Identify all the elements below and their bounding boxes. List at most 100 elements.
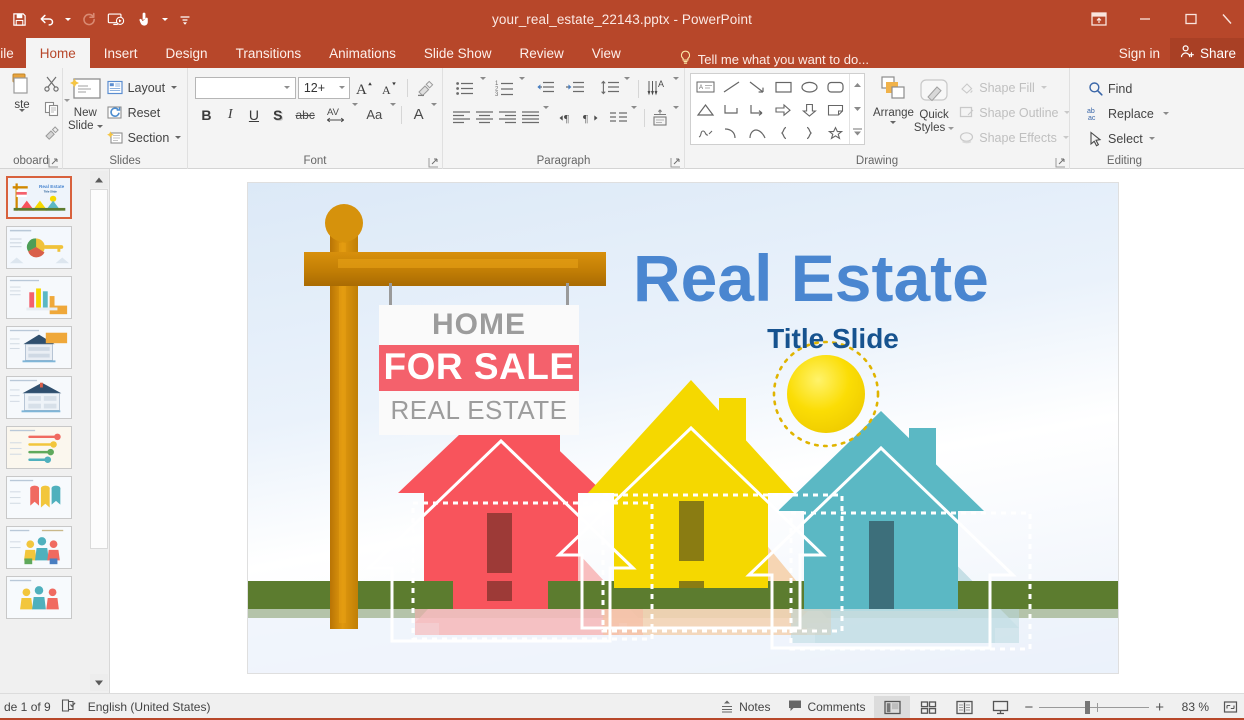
- ltr-text-direction-button[interactable]: ¶: [557, 105, 579, 130]
- font-dialog-launcher-icon[interactable]: [428, 155, 439, 166]
- shape-star-icon[interactable]: [822, 121, 848, 144]
- justify-dropdown-icon[interactable]: [543, 109, 549, 127]
- numbering-button[interactable]: 123: [490, 76, 520, 101]
- font-color-button[interactable]: A: [407, 102, 430, 127]
- text-direction-dropdown-icon[interactable]: [673, 80, 679, 98]
- underline-button[interactable]: U: [243, 102, 266, 127]
- ribbon-display-options-icon[interactable]: [1076, 2, 1122, 36]
- thumbnail-slide-8[interactable]: [6, 526, 72, 569]
- center-button[interactable]: [473, 105, 495, 130]
- view-slide-sorter-button[interactable]: [910, 696, 946, 719]
- touch-mode-dropdown-icon[interactable]: [159, 6, 170, 32]
- font-color-dropdown-icon[interactable]: [431, 106, 437, 124]
- bold-button[interactable]: B: [195, 102, 218, 127]
- bullets-button[interactable]: [450, 76, 480, 101]
- tab-file[interactable]: File: [0, 38, 26, 68]
- line-spacing-dropdown-icon[interactable]: [624, 80, 630, 98]
- slide-thumbnail-pane[interactable]: Real Estate Title Slide: [0, 169, 88, 693]
- slide-number-indicator[interactable]: de 1 of 9: [2, 700, 51, 714]
- font-name-combo[interactable]: [195, 77, 296, 99]
- slide-editing-area[interactable]: HOME FOR SALE REAL ESTATE Real Estate Ti…: [247, 182, 1119, 674]
- tab-slide-show[interactable]: Slide Show: [410, 38, 506, 68]
- thumbnail-slide-9[interactable]: [6, 576, 72, 619]
- change-case-dropdown-icon[interactable]: [390, 106, 396, 124]
- spell-check-icon[interactable]: [61, 698, 78, 716]
- layout-button[interactable]: Layout: [103, 75, 186, 100]
- fit-to-window-button[interactable]: [1216, 700, 1244, 714]
- align-text-button[interactable]: [650, 105, 672, 130]
- view-slide-show-button[interactable]: [982, 696, 1018, 719]
- shape-rounded-rectangle-icon[interactable]: [822, 75, 848, 98]
- maximize-button[interactable]: [1168, 2, 1214, 36]
- shapes-gallery-scrollbar[interactable]: [849, 74, 864, 144]
- shape-triangle-icon[interactable]: [692, 98, 718, 121]
- shape-elbow-connector-icon[interactable]: [718, 98, 744, 121]
- slide-title[interactable]: Real Estate: [633, 245, 1113, 311]
- thumbnail-scroll-up-icon[interactable]: [90, 171, 108, 188]
- font-size-dropdown-icon[interactable]: [334, 86, 349, 89]
- increase-indent-button[interactable]: [560, 76, 590, 101]
- view-reading-button[interactable]: [946, 696, 982, 719]
- thumbnail-slide-6[interactable]: [6, 426, 72, 469]
- tab-review[interactable]: Review: [505, 38, 577, 68]
- thumbnail-slide-3[interactable]: [6, 276, 72, 319]
- format-painter-icon[interactable]: [39, 121, 64, 146]
- columns-dropdown-icon[interactable]: [631, 109, 637, 127]
- zoom-out-button[interactable]: −: [1018, 694, 1039, 720]
- thumbnail-slide-5[interactable]: [6, 376, 72, 419]
- minimize-button[interactable]: [1122, 2, 1168, 36]
- shape-arc-icon[interactable]: [744, 121, 770, 144]
- shape-line-icon[interactable]: [718, 75, 744, 98]
- comments-button[interactable]: Comments: [779, 694, 874, 720]
- text-direction-button[interactable]: A: [643, 76, 673, 101]
- thumbnail-slide-2[interactable]: [6, 226, 72, 269]
- decrease-font-size-button[interactable]: A: [378, 75, 401, 100]
- shape-curve-icon[interactable]: [718, 121, 744, 144]
- tab-view[interactable]: View: [578, 38, 635, 68]
- close-button[interactable]: [1214, 2, 1244, 36]
- touch-mouse-mode-icon[interactable]: [131, 6, 157, 32]
- save-icon[interactable]: [6, 6, 32, 32]
- justify-button[interactable]: [520, 105, 542, 130]
- line-spacing-button[interactable]: [595, 76, 625, 101]
- undo-icon[interactable]: [34, 6, 60, 32]
- customize-qat-icon[interactable]: [172, 6, 198, 32]
- clipboard-icon[interactable]: [10, 71, 35, 96]
- shape-left-brace-icon[interactable]: [770, 121, 796, 144]
- thumbnail-scroll-thumb[interactable]: [90, 189, 108, 549]
- columns-button[interactable]: [608, 105, 630, 130]
- tab-transitions[interactable]: Transitions: [222, 38, 316, 68]
- numbering-dropdown-icon[interactable]: [519, 80, 525, 98]
- slide-canvas[interactable]: HOME FOR SALE REAL ESTATE Real Estate Ti…: [110, 169, 1244, 693]
- paste-button[interactable]: ste: [5, 96, 39, 125]
- tab-design[interactable]: Design: [152, 38, 222, 68]
- shape-fill-button[interactable]: Shape Fill: [954, 75, 1074, 100]
- shape-oval-icon[interactable]: [796, 75, 822, 98]
- paste-dropdown-icon[interactable]: [19, 112, 25, 125]
- slide-subtitle[interactable]: Title Slide: [633, 323, 1033, 355]
- tab-home[interactable]: Home: [26, 38, 90, 68]
- font-name-dropdown-icon[interactable]: [280, 86, 295, 89]
- drawing-dialog-launcher-icon[interactable]: [1055, 155, 1066, 166]
- shape-arrow-icon[interactable]: [744, 75, 770, 98]
- tab-animations[interactable]: Animations: [315, 38, 410, 68]
- tab-insert[interactable]: Insert: [90, 38, 152, 68]
- zoom-in-button[interactable]: +: [1149, 694, 1170, 720]
- shape-scribble-icon[interactable]: [692, 121, 718, 144]
- notes-button[interactable]: Notes: [711, 694, 779, 720]
- shape-right-brace-icon[interactable]: [796, 121, 822, 144]
- character-spacing-dropdown-icon[interactable]: [352, 106, 358, 124]
- shapes-scroll-up-icon[interactable]: [853, 76, 862, 94]
- rtl-text-direction-button[interactable]: ¶: [580, 105, 602, 130]
- redo-icon[interactable]: [75, 6, 101, 32]
- shape-rectangle-icon[interactable]: [770, 75, 796, 98]
- clipboard-dialog-launcher-icon[interactable]: [48, 155, 59, 166]
- decrease-indent-button[interactable]: [530, 76, 560, 101]
- shape-text-box-icon[interactable]: A: [692, 75, 718, 98]
- align-right-button[interactable]: [496, 105, 518, 130]
- cut-icon[interactable]: [39, 71, 64, 96]
- new-slide-button[interactable]: New Slide: [68, 71, 103, 150]
- language-indicator[interactable]: English (United States): [88, 700, 211, 714]
- shapes-gallery-more-icon[interactable]: [852, 124, 863, 142]
- shape-folded-corner-icon[interactable]: [822, 98, 848, 121]
